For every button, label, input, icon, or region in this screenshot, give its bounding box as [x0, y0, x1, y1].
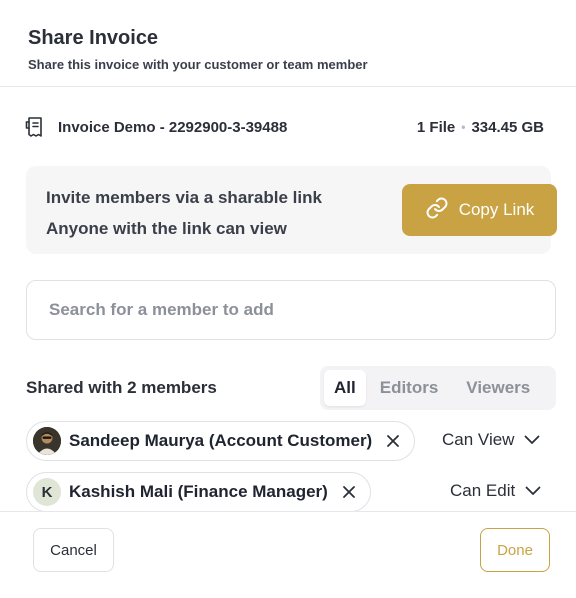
file-name: Invoice Demo - 2292900-3-39488 [58, 118, 288, 136]
avatar: K [33, 478, 61, 506]
file-count: 1 File [416, 118, 456, 136]
member-search-input[interactable] [47, 299, 535, 321]
shared-members-label: Shared with 2 members [26, 378, 217, 397]
member-search [26, 280, 556, 340]
file-meta: 1 File • 334.45 GB [417, 119, 544, 136]
member-chip: K Kashish Mali (Finance Manager) [26, 472, 371, 512]
member-filter-tabs: All Editors Viewers [320, 366, 556, 410]
header-divider [0, 86, 576, 87]
tab-editors[interactable]: Editors [366, 370, 453, 406]
chevron-down-icon [525, 481, 541, 501]
done-button[interactable]: Done [480, 528, 550, 572]
meta-separator: • [461, 120, 466, 134]
cancel-button[interactable]: Cancel [33, 528, 114, 572]
copy-link-button[interactable]: Copy Link [402, 184, 557, 236]
tab-viewers[interactable]: Viewers [452, 370, 544, 406]
chevron-down-icon [524, 430, 540, 450]
copy-link-label: Copy Link [458, 200, 535, 219]
invite-link-card: Invite members via a sharable link Anyon… [26, 166, 557, 254]
tab-all[interactable]: All [324, 370, 366, 406]
avatar [33, 427, 61, 455]
share-invoice-dialog: Share Invoice Share this invoice with yo… [0, 0, 576, 598]
close-icon[interactable] [340, 483, 358, 501]
dialog-subtitle: Share this invoice with your customer or… [28, 57, 368, 72]
file-info-row: Invoice Demo - 2292900-3-39488 1 File • … [24, 114, 544, 140]
close-icon[interactable] [384, 432, 402, 450]
dialog-header: Share Invoice Share this invoice with yo… [28, 24, 556, 74]
member-name: Sandeep Maurya (Account Customer) [69, 431, 373, 450]
member-row: Sandeep Maurya (Account Customer) Can Vi… [26, 421, 556, 461]
member-chip: Sandeep Maurya (Account Customer) [26, 421, 416, 461]
link-icon [425, 196, 449, 225]
file-size: 334.45 GB [471, 118, 544, 136]
permission-label: Can Edit [450, 481, 516, 500]
footer-divider [0, 511, 576, 512]
member-name: Kashish Mali (Finance Manager) [69, 482, 328, 501]
member-row: K Kashish Mali (Finance Manager) Can Edi… [26, 472, 556, 512]
permission-dropdown[interactable]: Can Edit [450, 481, 541, 501]
permission-label: Can View [442, 430, 515, 449]
dialog-title: Share Invoice [28, 27, 159, 49]
invite-text: Invite members via a sharable link Anyon… [46, 182, 322, 244]
receipt-icon [24, 116, 46, 138]
permission-dropdown[interactable]: Can View [442, 430, 540, 450]
invite-line-2: Anyone with the link can view [46, 219, 287, 238]
invite-line-1: Invite members via a sharable link [46, 188, 322, 207]
